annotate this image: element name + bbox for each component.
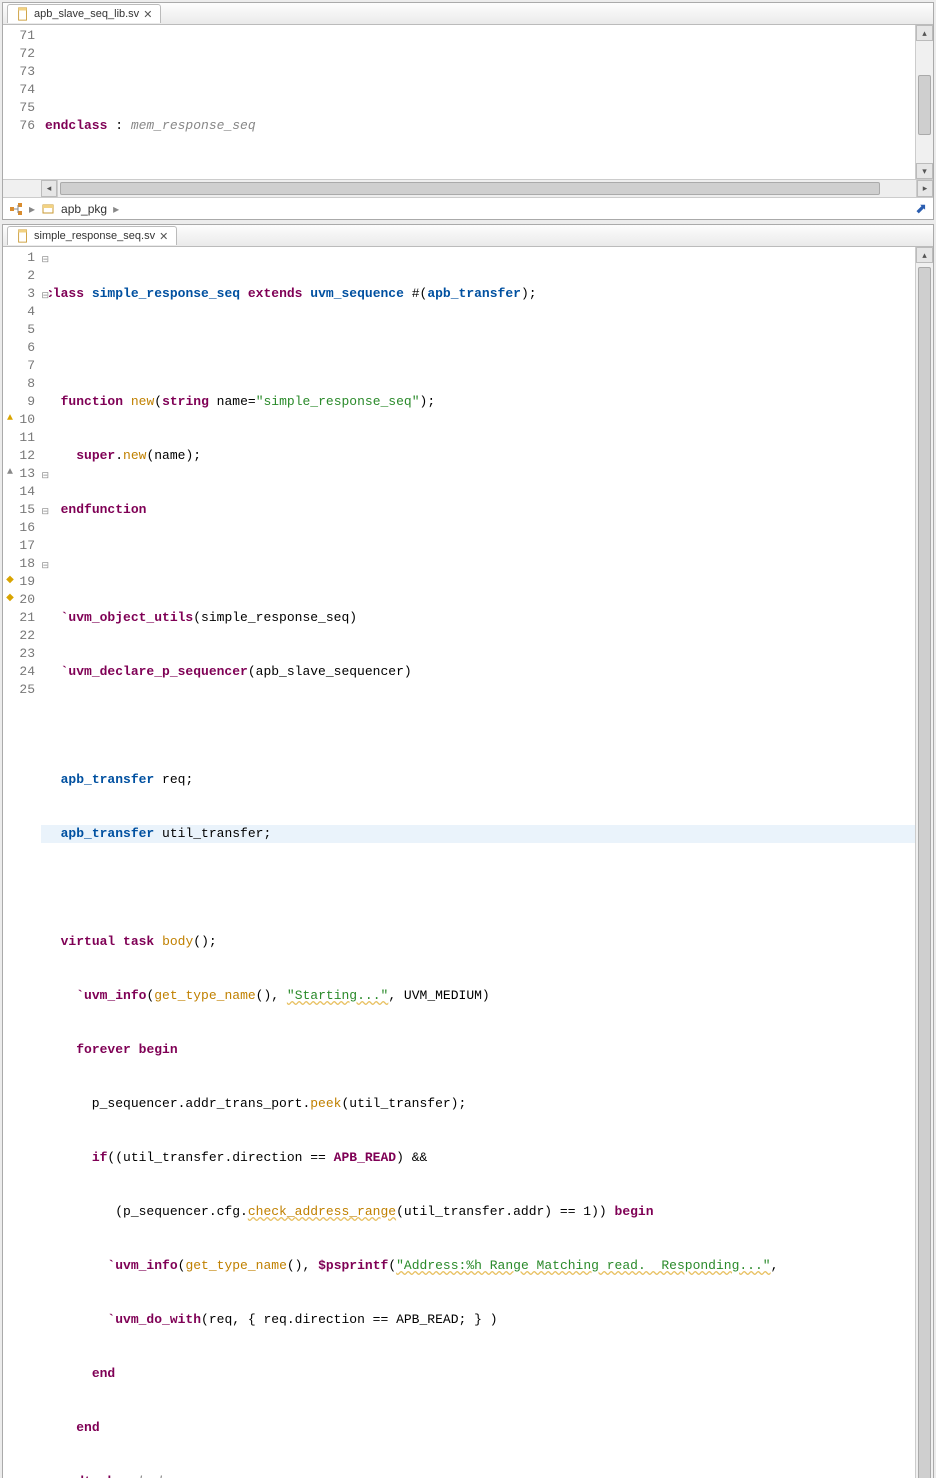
scroll-thumb[interactable] — [918, 267, 931, 1478]
file-icon — [16, 7, 30, 21]
breadcrumb-package[interactable]: apb_pkg — [61, 202, 107, 216]
tab-apb-slave-seq-lib[interactable]: apb_slave_seq_lib.sv ✕ — [7, 4, 161, 23]
tab-bar-top: apb_slave_seq_lib.sv ✕ — [3, 3, 933, 25]
marker-icon[interactable]: ▲ — [4, 467, 16, 479]
editor-pane-bottom: simple_response_seq.sv ✕ 1 2 3 4 5 6 7 8… — [2, 224, 934, 1478]
editor-body-bottom: 1 2 3 4 5 6 7 8 9 ▲10 11 12 ▲13 14 15 16… — [3, 247, 933, 1478]
warning-icon[interactable]: ◆ — [4, 575, 16, 587]
hierarchy-icon[interactable] — [9, 202, 23, 216]
file-icon — [16, 229, 30, 243]
scroll-up-icon[interactable]: ▴ — [916, 247, 933, 263]
scroll-thumb[interactable] — [918, 75, 931, 135]
scroll-thumb-h[interactable] — [60, 182, 880, 195]
horizontal-scrollbar-top[interactable]: ◂ ▸ — [3, 179, 933, 197]
separator-icon: ▸ — [29, 202, 35, 216]
code-area-top[interactable]: endclass : mem_response_seq `include "si… — [41, 25, 915, 179]
vertical-scrollbar-top[interactable]: ▴ ▾ — [915, 25, 933, 179]
vertical-scrollbar-bottom[interactable]: ▴ ▾ — [915, 247, 933, 1478]
breadcrumb-top: ▸ apb_pkg ▸ ⬈ — [3, 197, 933, 219]
gutter-top: 71 72 73 74 75 76 — [3, 25, 41, 179]
scroll-left-icon[interactable]: ◂ — [41, 180, 57, 197]
link-icon[interactable]: ⬈ — [915, 200, 927, 217]
warning-icon[interactable]: ◆ — [4, 593, 16, 605]
tab-label: simple_response_seq.sv — [34, 230, 155, 242]
code-area-bottom[interactable]: class simple_response_seq extends uvm_se… — [41, 247, 915, 1478]
package-icon — [41, 202, 55, 216]
warning-icon[interactable]: ▲ — [4, 413, 16, 425]
tab-label: apb_slave_seq_lib.sv — [34, 8, 139, 20]
scroll-up-icon[interactable]: ▴ — [916, 25, 933, 41]
scroll-right-icon[interactable]: ▸ — [917, 180, 933, 197]
tab-simple-response-seq[interactable]: simple_response_seq.sv ✕ — [7, 226, 177, 245]
gutter-bottom: 1 2 3 4 5 6 7 8 9 ▲10 11 12 ▲13 14 15 16… — [3, 247, 41, 1478]
editor-body-top: 71 72 73 74 75 76 endclass : mem_respons… — [3, 25, 933, 179]
separator-icon: ▸ — [113, 202, 119, 216]
close-icon[interactable]: ✕ — [159, 230, 168, 243]
close-icon[interactable]: ✕ — [143, 8, 152, 21]
editor-pane-top: apb_slave_seq_lib.sv ✕ 71 72 73 74 75 76… — [2, 2, 934, 220]
tab-bar-bottom: simple_response_seq.sv ✕ — [3, 225, 933, 247]
scroll-down-icon[interactable]: ▾ — [916, 163, 933, 179]
